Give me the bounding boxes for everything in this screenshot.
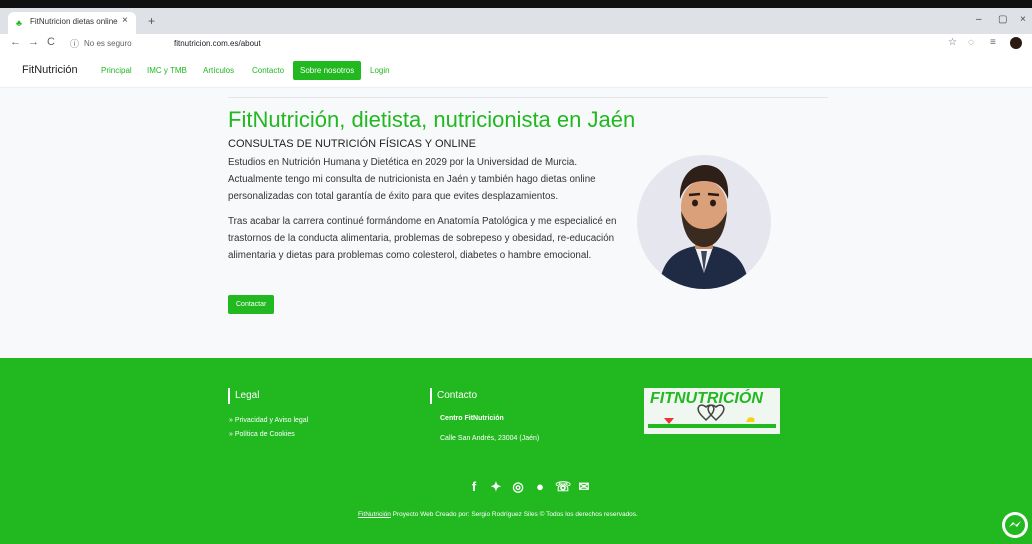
whatsapp-icon[interactable]: ☏ [555,479,571,495]
nav-link-principal[interactable]: Principal [101,66,132,75]
nav-link-login[interactable]: Login [370,66,390,75]
instagram-icon[interactable]: ◎ [511,479,525,495]
browser-tab-bar: ♣ FitNutricion dietas online × + – ▢ × [0,8,1032,34]
forward-button[interactable]: → [28,36,39,48]
divider [228,97,828,98]
footer-logo: FITNUTRICIÓN [644,388,780,434]
brand-logo[interactable]: FitNutrición [22,64,78,76]
url-text[interactable]: fitnutricion.com.es/about [174,39,261,48]
reload-button[interactable]: C [47,36,55,48]
footer-legal-title: Legal [228,388,259,404]
nutritionist-avatar [637,155,771,289]
bookmark-star-icon[interactable]: ☆ [948,37,957,48]
twitter-icon[interactable]: ✦ [489,479,503,495]
tab-title: FitNutricion dietas online [30,17,118,26]
info-icon[interactable]: ⓘ [70,37,79,50]
nav-link-sobre-nosotros[interactable]: Sobre nosotros [293,61,362,80]
minimize-icon[interactable]: – [976,14,982,25]
contact-address: Calle San Andrés, 23004 (Jaén) [440,435,540,442]
site-footer: Legal » Privacidad y Aviso legal » Polít… [0,358,1032,544]
page-title: FitNutrición, dietista, nutricionista en… [228,107,636,132]
site-navbar: FitNutrición Principal IMC y TMB Artícul… [0,54,1032,88]
copyright-text: Proyecto Web Creado por: Sergio Rodrígue… [390,511,638,518]
top-border [0,0,1032,8]
close-tab-icon[interactable]: × [122,15,128,26]
nav-link-contacto[interactable]: Contacto [252,66,284,75]
extension-icon[interactable]: ◌ [968,37,974,48]
about-section: FitNutrición, dietista, nutricionista en… [0,88,1032,358]
messenger-icon [1005,515,1025,535]
back-button[interactable]: ← [10,36,21,48]
reading-list-icon[interactable]: ≡ [990,37,996,48]
messenger-chat-button[interactable] [1002,512,1028,538]
about-paragraph-1: Estudios en Nutrición Humana y Dietética… [228,157,596,202]
cookies-link[interactable]: » Política de Cookies [229,431,295,438]
github-icon[interactable]: ● [533,479,547,495]
window-close-icon[interactable]: × [1020,14,1026,25]
facebook-icon[interactable]: f [467,479,481,495]
new-tab-button[interactable]: + [148,14,155,28]
profile-avatar[interactable] [1010,37,1022,49]
page-subtitle: CONSULTAS DE NUTRICIÓN FÍSICAS Y ONLINE [228,138,476,150]
email-icon[interactable]: ✉ [577,479,591,495]
privacy-link[interactable]: » Privacidad y Aviso legal [229,417,308,424]
social-links: f ✦ ◎ ● ☏ ✉ [467,479,591,495]
about-paragraph-2: Tras acabar la carrera continué formándo… [228,216,617,261]
copyright: FitNutrición Proyecto Web Creado por: Se… [358,511,638,518]
site-favicon-icon: ♣ [16,18,22,28]
contact-name: Centro FitNutrición [440,415,504,422]
copyright-brand-link[interactable]: FitNutrición [358,511,391,518]
footer-contact-title: Contacto [430,388,477,404]
not-secure-label: No es seguro [84,39,132,48]
browser-tab[interactable]: ♣ FitNutricion dietas online × [8,12,136,34]
restore-icon[interactable]: ▢ [998,14,1007,25]
omnibox[interactable]: ⓘ No es seguro fitnutricion.com.es/about [66,36,940,52]
address-bar: ← → C ⓘ No es seguro fitnutricion.com.es… [0,34,1032,54]
nav-link-imc-tmb[interactable]: IMC y TMB [147,66,187,75]
nav-link-articulos[interactable]: Artículos [203,66,234,75]
contactar-button[interactable]: Contactar [228,295,275,314]
